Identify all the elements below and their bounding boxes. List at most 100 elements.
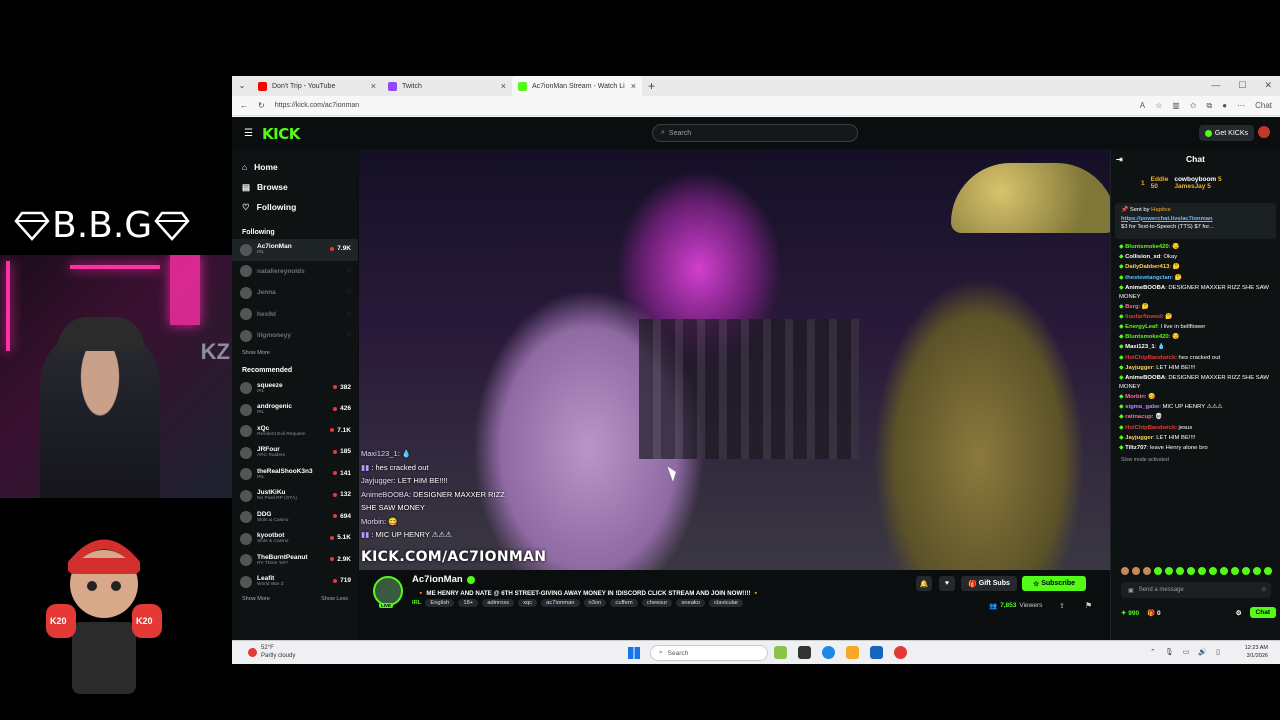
collapse-chat-icon[interactable]: ⇥ bbox=[1116, 155, 1123, 164]
gifts-display[interactable]: 🎁 0 bbox=[1147, 609, 1161, 617]
subscribe-button[interactable]: ☆ Subscribe bbox=[1022, 576, 1086, 591]
volume-icon[interactable]: 🔊 bbox=[1198, 648, 1207, 656]
emote-icon[interactable] bbox=[1198, 567, 1206, 575]
nav-browse[interactable]: ▤ Browse bbox=[242, 177, 348, 197]
url-field[interactable]: https://kick.com/ac7ionman bbox=[275, 102, 359, 109]
more-icon[interactable]: ⋯ bbox=[1237, 101, 1245, 110]
show-more-link[interactable]: Show More bbox=[242, 596, 270, 602]
close-tab-icon[interactable]: × bbox=[631, 81, 636, 91]
show-less-link[interactable]: Show Less bbox=[321, 596, 348, 602]
chat-settings-icon[interactable]: ⚙ bbox=[1236, 609, 1242, 617]
stream-tag[interactable]: ac7ionman bbox=[541, 599, 580, 607]
emote-icon[interactable] bbox=[1132, 567, 1140, 575]
search-input[interactable]: ⌕ Search bbox=[652, 124, 858, 142]
nav-following[interactable]: ♡ Following bbox=[242, 197, 348, 217]
store-icon[interactable] bbox=[870, 646, 883, 659]
emote-icon[interactable] bbox=[1187, 567, 1195, 575]
sidebar-channel[interactable]: nataliereynolds ◌ bbox=[232, 261, 358, 283]
leader-name[interactable]: JamesJay bbox=[1174, 183, 1205, 190]
tray-arrow-icon[interactable]: ⌃ bbox=[1150, 648, 1156, 656]
emote-icon[interactable] bbox=[1154, 567, 1162, 575]
chat-username[interactable]: HolChipBandwick bbox=[1125, 425, 1175, 431]
chat-username[interactable]: thestewtangclan bbox=[1125, 275, 1171, 281]
following-show-more[interactable]: Show More bbox=[242, 350, 270, 356]
stream-tag[interactable]: 18+ bbox=[458, 599, 479, 607]
battery-icon[interactable]: ▯ bbox=[1216, 648, 1220, 656]
chat-username[interactable]: lioufarflowed bbox=[1125, 314, 1162, 320]
chat-username[interactable]: Bsrg bbox=[1125, 304, 1138, 310]
close-tab-icon[interactable]: × bbox=[501, 81, 506, 91]
emote-icon[interactable] bbox=[1264, 567, 1272, 575]
send-message-input[interactable]: ▣ Send a message ☺ bbox=[1121, 582, 1271, 598]
split-screen-icon[interactable]: ▥ bbox=[1172, 101, 1180, 110]
sidebar-channel[interactable]: androgenic IRL 426 bbox=[232, 399, 358, 421]
emote-icon[interactable] bbox=[1121, 567, 1129, 575]
close-window-icon[interactable]: ✕ bbox=[1264, 80, 1272, 91]
favorite-star-icon[interactable]: ☆ bbox=[1155, 101, 1162, 110]
tab-kick[interactable]: Ac7ionMan Stream - Watch Li × bbox=[512, 76, 642, 96]
emoji-icon[interactable]: ☺ bbox=[1261, 587, 1267, 593]
chat-username[interactable]: Collision_xd bbox=[1125, 254, 1160, 260]
chat-username[interactable]: DailyDabber413 bbox=[1125, 264, 1169, 270]
sidebar-channel[interactable]: kyootbot Slots & Casino 5.1K bbox=[232, 528, 358, 550]
mic-icon[interactable]: 🎙 bbox=[1165, 648, 1174, 656]
sidebar-channel[interactable]: DDG Slots & Casino 694 bbox=[232, 507, 358, 529]
stream-tag[interactable]: English bbox=[425, 599, 455, 607]
collections-icon[interactable]: ⧉ bbox=[1207, 101, 1213, 111]
emote-icon[interactable] bbox=[1242, 567, 1250, 575]
sidebar-channel[interactable]: Leafit World War Z 719 bbox=[232, 571, 358, 593]
emote-icon[interactable] bbox=[1176, 567, 1184, 575]
copilot-chat-button[interactable]: Chat bbox=[1255, 101, 1272, 110]
emote-icon[interactable] bbox=[1143, 567, 1151, 575]
chat-username[interactable]: Jayjugger bbox=[1125, 435, 1153, 441]
chat-username[interactable]: Bluntsmoke420 bbox=[1125, 244, 1169, 250]
stream-tag[interactable]: clavicular bbox=[709, 599, 744, 607]
pinned-message[interactable]: 📌 Sent by Haptive https://powerchat.live… bbox=[1115, 203, 1276, 239]
menu-icon[interactable]: ☰ bbox=[244, 128, 253, 139]
sidebar-channel[interactable]: Jenna ◌ bbox=[232, 282, 358, 304]
emote-icon[interactable] bbox=[1220, 567, 1228, 575]
gift-subs-button[interactable]: 🎁 Gift Subs bbox=[961, 576, 1017, 591]
chat-username[interactable]: Maxi123_1 bbox=[1125, 344, 1154, 350]
start-button[interactable] bbox=[628, 647, 640, 659]
chat-username[interactable]: Morbin bbox=[1125, 394, 1145, 400]
stream-tag[interactable]: cuffem bbox=[610, 599, 638, 607]
chat-username[interactable]: sigma_gabe bbox=[1125, 404, 1159, 410]
chat-username[interactable]: Tiltz707 bbox=[1125, 445, 1147, 451]
chat-username[interactable]: Jayjugger bbox=[1125, 365, 1153, 371]
refresh-icon[interactable]: ↻ bbox=[258, 101, 265, 110]
pinned-link[interactable]: https://powerchat.live/ac7ionman bbox=[1121, 215, 1270, 224]
read-aloud-icon[interactable]: A bbox=[1140, 101, 1145, 110]
close-tab-icon[interactable]: × bbox=[371, 81, 376, 91]
tab-list-icon[interactable]: ⌄ bbox=[232, 76, 252, 96]
kick-logo[interactable]: KICK bbox=[262, 125, 300, 143]
maximize-icon[interactable]: ☐ bbox=[1238, 80, 1246, 91]
sidebar-channel[interactable]: hes9d ◌ bbox=[232, 304, 358, 326]
profile-icon[interactable]: ● bbox=[1222, 101, 1227, 110]
emote-icon[interactable] bbox=[1209, 567, 1217, 575]
sidebar-channel[interactable]: JRFour ARC Raiders 185 bbox=[232, 442, 358, 464]
pinned-user[interactable]: Haptive bbox=[1151, 207, 1171, 213]
chat-username[interactable]: HolChipBandwick bbox=[1125, 355, 1175, 361]
sidebar-channel[interactable]: Ac7ionMan IRL 7.9K bbox=[232, 239, 358, 261]
sidebar-channel[interactable]: JustKiKu No Pixel RP (GTA) 132 bbox=[232, 485, 358, 507]
tab-twitch[interactable]: Twitch × bbox=[382, 76, 512, 96]
share-icon[interactable]: ⇪ bbox=[1059, 602, 1065, 610]
chat-username[interactable]: AnimeBOOBA bbox=[1125, 285, 1165, 291]
chat-send-button[interactable]: Chat bbox=[1249, 607, 1276, 618]
sidebar-channel[interactable]: theRealShooK3n3 IRL 141 bbox=[232, 464, 358, 486]
report-icon[interactable]: ⚑ bbox=[1085, 601, 1092, 610]
sidebar-channel[interactable]: lilgmoneyy ◌ bbox=[232, 325, 358, 347]
stream-tag[interactable]: cheesur bbox=[641, 599, 673, 607]
streamer-name[interactable]: Ac7ionMan bbox=[412, 574, 475, 585]
edge-browser-icon[interactable] bbox=[822, 646, 835, 659]
emote-icon[interactable] bbox=[1253, 567, 1261, 575]
weather-widget[interactable]: 52°F Partly cloudy bbox=[248, 644, 295, 660]
emote-icon[interactable] bbox=[1165, 567, 1173, 575]
notifications-button[interactable]: 🔔 bbox=[916, 576, 932, 591]
chat-username[interactable]: EnergyLeaf bbox=[1125, 324, 1157, 330]
emote-icon[interactable] bbox=[1231, 567, 1239, 575]
leader-name[interactable]: Eddie bbox=[1151, 176, 1169, 184]
stream-tag[interactable]: sneako bbox=[676, 599, 706, 607]
stream-tag[interactable]: adinross bbox=[482, 599, 515, 607]
